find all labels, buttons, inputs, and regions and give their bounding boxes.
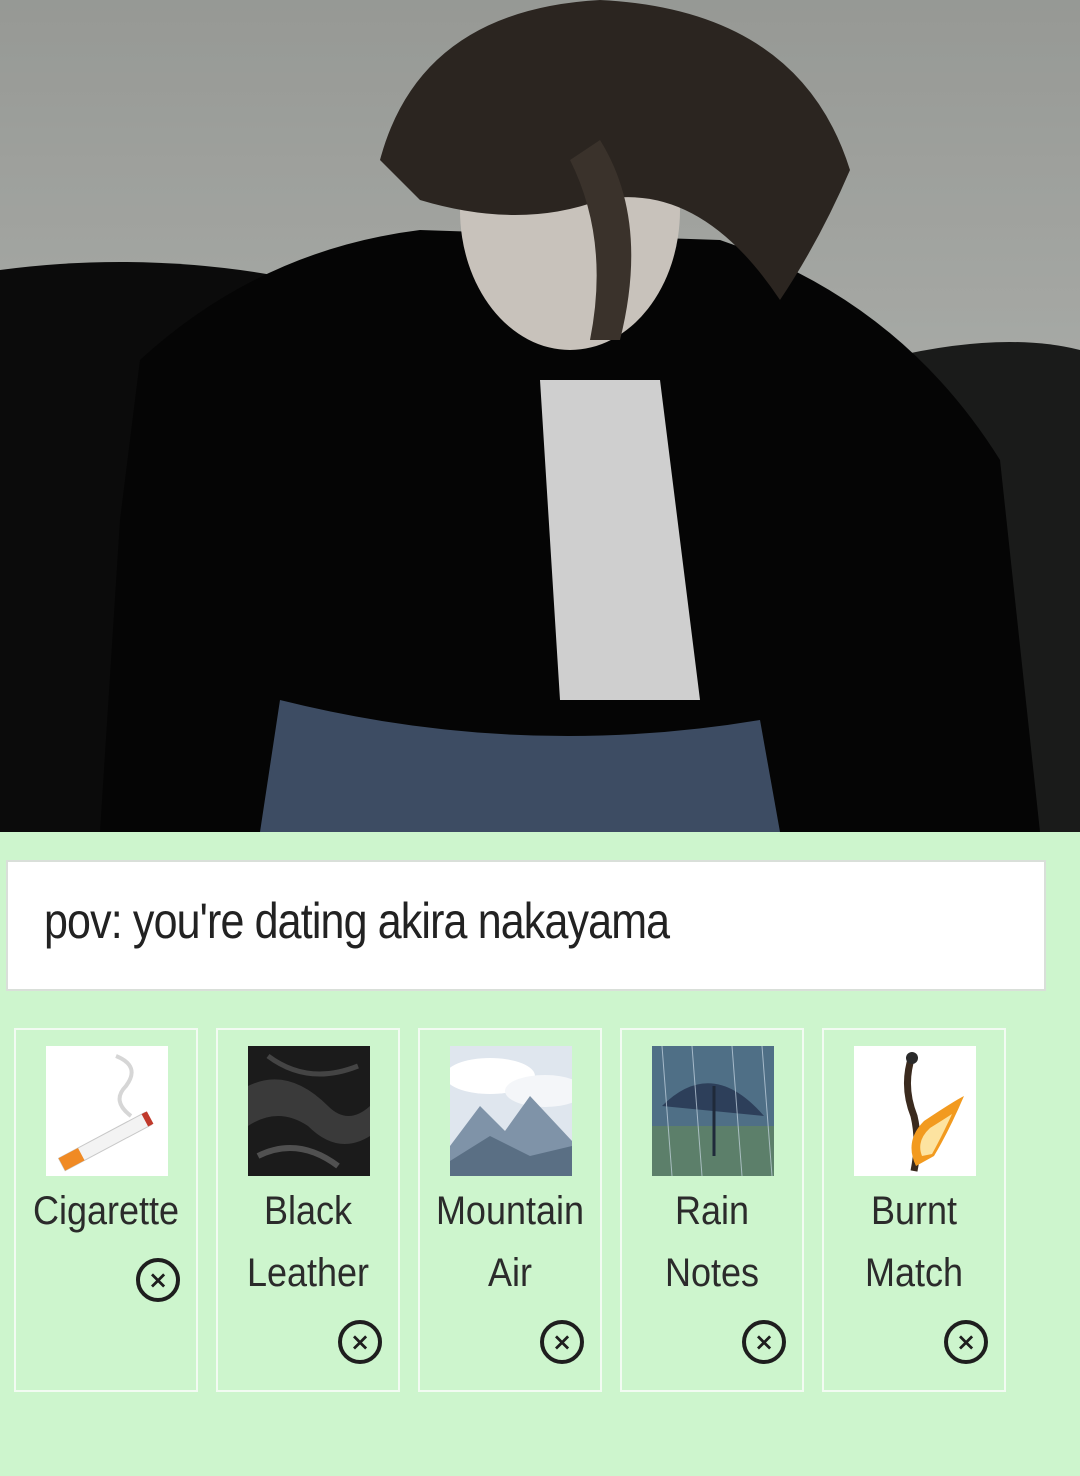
tag-card-burnt-match: Burnt Match ×	[822, 1028, 1006, 1392]
remove-tag-button[interactable]: ×	[742, 1320, 786, 1364]
tag-label: Rain Notes	[664, 1189, 760, 1295]
cigarette-icon	[46, 1046, 168, 1176]
post-title: pov: you're dating akira nakayama	[44, 893, 670, 949]
tag-card-black-leather: Black Leather ×	[216, 1028, 400, 1392]
tag-label: Mountain Air	[435, 1189, 585, 1295]
remove-tag-button[interactable]: ×	[136, 1258, 180, 1302]
remove-tag-button[interactable]: ×	[540, 1320, 584, 1364]
tag-label: Burnt Match	[864, 1189, 964, 1295]
tag-card-cigarette: Cigarette ×	[14, 1028, 198, 1392]
hero-photo	[0, 0, 1080, 832]
tag-label: Black Leather	[246, 1189, 370, 1295]
tag-label: Cigarette	[32, 1189, 180, 1233]
tag-card-rain-notes: Rain Notes ×	[620, 1028, 804, 1392]
post-title-box[interactable]: pov: you're dating akira nakayama	[6, 860, 1046, 991]
black-leather-image	[248, 1046, 370, 1176]
remove-tag-button[interactable]: ×	[338, 1320, 382, 1364]
burnt-match-icon	[854, 1046, 976, 1176]
mountain-image	[450, 1046, 572, 1176]
tag-card-mountain-air: Mountain Air ×	[418, 1028, 602, 1392]
remove-tag-button[interactable]: ×	[944, 1320, 988, 1364]
umbrella-rain-image	[652, 1046, 774, 1176]
